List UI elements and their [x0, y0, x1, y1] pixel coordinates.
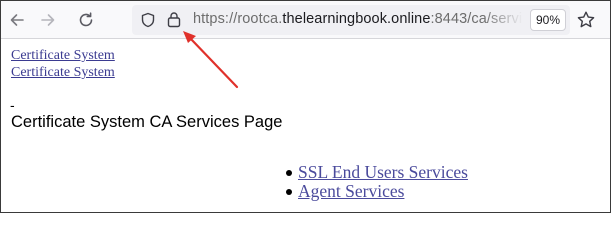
shield-icon[interactable]: [140, 12, 156, 28]
url-text[interactable]: https://rootca.thelearningbook.online:84…: [193, 11, 523, 31]
url-suffix: :8443/ca/services: [430, 11, 523, 27]
arrow-left-icon: [10, 14, 24, 26]
back-button[interactable]: [5, 8, 29, 32]
forward-button[interactable]: [36, 8, 60, 32]
star-icon[interactable]: [576, 10, 596, 30]
arrow-right-icon: [41, 14, 55, 26]
bullet-icon: [286, 189, 292, 195]
bullet-icon: [286, 170, 292, 176]
services-list: SSL End Users Services Agent Services: [284, 163, 468, 201]
list-item: SSL End Users Services: [284, 163, 468, 182]
reload-button[interactable]: [74, 8, 98, 32]
list-item: Agent Services: [284, 182, 468, 201]
url-domain: thelearningbook.online: [282, 11, 431, 27]
lock-icon[interactable]: [166, 11, 182, 28]
certificate-system-link[interactable]: Certificate System: [11, 48, 115, 64]
separator-dash: -: [10, 97, 15, 113]
reload-icon: [79, 12, 93, 27]
browser-toolbar: https://rootca.thelearningbook.online:84…: [1, 1, 610, 39]
certificate-system-link[interactable]: Certificate System: [11, 65, 115, 81]
zoom-level-badge[interactable]: 90%: [530, 9, 566, 31]
page-content: Certificate System Certificate System - …: [1, 40, 610, 212]
page-title: Certificate System CA Services Page: [11, 113, 283, 131]
ssl-end-users-services-link[interactable]: SSL End Users Services: [298, 162, 468, 182]
url-prefix: https://rootca.: [193, 11, 283, 27]
address-bar[interactable]: https://rootca.thelearningbook.online:84…: [132, 5, 570, 35]
agent-services-link[interactable]: Agent Services: [298, 181, 404, 201]
browser-window: https://rootca.thelearningbook.online:84…: [0, 0, 611, 213]
